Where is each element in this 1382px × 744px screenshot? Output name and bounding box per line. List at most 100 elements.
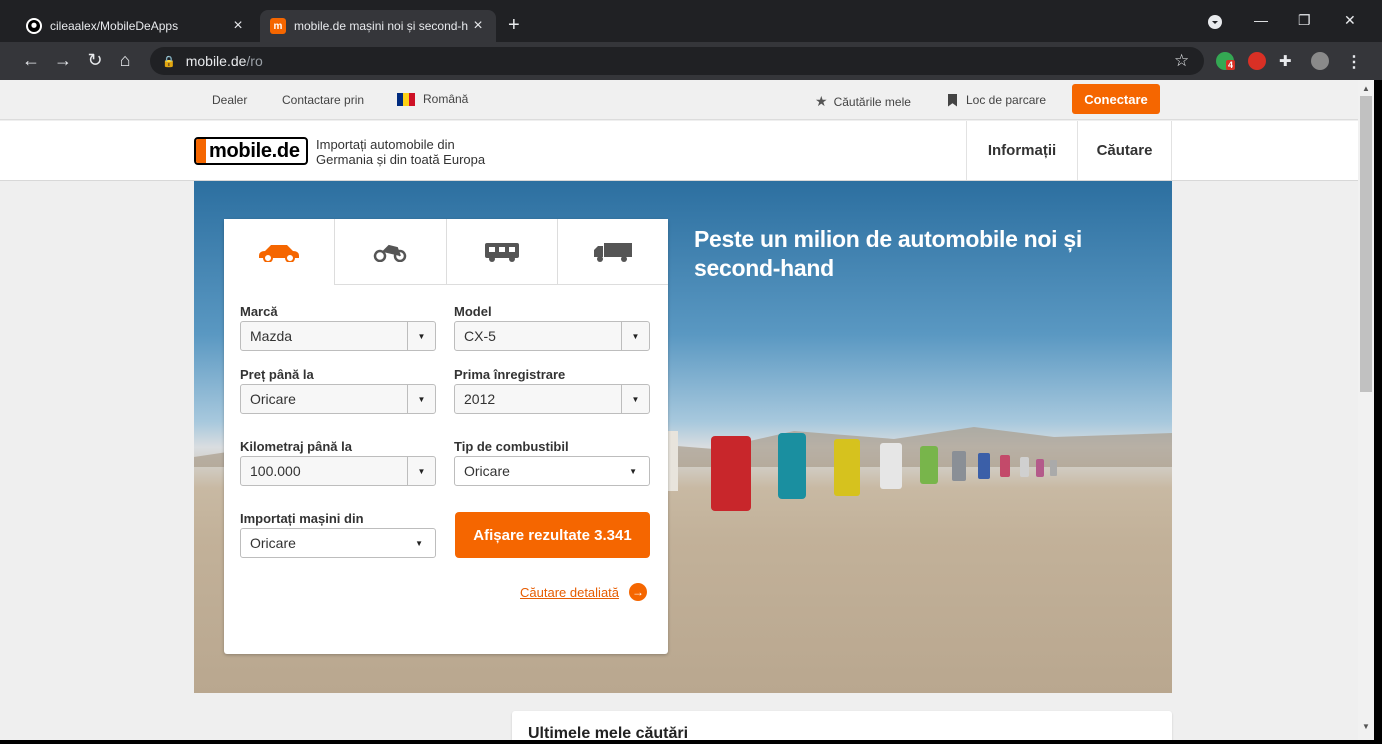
chevron-down-icon: ▼ — [621, 385, 649, 413]
registration-select[interactable]: 2012 ▼ — [454, 384, 650, 414]
motorhome-icon — [484, 242, 519, 262]
address-bar[interactable]: 🔒 mobile.de/ro — [150, 47, 1204, 75]
advanced-search-label: Căutare detaliată — [520, 584, 620, 600]
mileage-value: 100.000 — [250, 463, 301, 479]
fuel-select[interactable]: Oricare ▼ — [454, 456, 650, 486]
close-window-icon[interactable]: ✕ — [1344, 12, 1356, 29]
hero-title: Peste un milion de automobile noi și sec… — [694, 225, 1134, 283]
tab-motorbike[interactable] — [334, 219, 446, 285]
browser-toolbar: ← → ↻ ⌂ 🔒 mobile.de/ro ☆ 4 ✚ ⋮ — [0, 42, 1382, 80]
close-tab-icon[interactable]: × — [230, 17, 246, 35]
star-icon: ★ — [815, 93, 828, 109]
logo-text: mobile.de — [209, 139, 300, 162]
scroll-up-icon[interactable]: ▲ — [1362, 84, 1370, 93]
tagline-line-2: Germania și din toată Europa — [316, 152, 486, 167]
tab-search-icon[interactable] — [1207, 14, 1223, 33]
chevron-down-icon: ▼ — [629, 467, 637, 476]
truck-icon — [593, 242, 632, 262]
window-border-bottom — [0, 740, 1382, 744]
registration-value: 2012 — [464, 391, 496, 407]
chevron-down-icon: ▼ — [415, 539, 423, 548]
scroll-down-icon[interactable]: ▼ — [1362, 722, 1370, 731]
fuel-value: Oricare — [464, 463, 510, 479]
make-label: Marcă — [240, 304, 278, 319]
window-border — [1374, 80, 1382, 744]
arrow-right-icon: → — [629, 583, 648, 601]
hero-title-line-1: Peste un milion de automobile noi și — [694, 226, 1082, 252]
login-button[interactable]: Conectare — [1072, 84, 1160, 114]
page-scrollbar[interactable]: ▲ ▼ — [1358, 80, 1374, 740]
make-select[interactable]: Mazda ▼ — [240, 321, 436, 351]
menu-kebab-icon[interactable]: ⋮ — [1346, 52, 1364, 71]
home-icon[interactable]: ⌂ — [114, 50, 136, 71]
bookmark-icon — [948, 93, 957, 107]
reload-icon[interactable]: ↻ — [84, 50, 106, 71]
price-select[interactable]: Oricare ▼ — [240, 384, 436, 414]
url-path: /ro — [246, 53, 263, 69]
scrollbar-thumb[interactable] — [1360, 96, 1372, 392]
import-select[interactable]: Oricare ▼ — [240, 528, 436, 558]
romania-flag-icon — [397, 92, 415, 106]
url-host: mobile.de — [185, 53, 247, 69]
forward-icon[interactable]: → — [52, 50, 74, 71]
fuel-label: Tip de combustibil — [454, 439, 569, 454]
recent-searches-title: Ultimele mele căutări — [528, 725, 689, 740]
browser-tab-github[interactable]: cileaalex/MobileDeApps × — [16, 10, 256, 42]
model-label: Model — [454, 304, 492, 319]
chevron-down-icon: ▼ — [621, 322, 649, 350]
close-tab-icon[interactable]: × — [470, 17, 486, 35]
mileage-label: Kilometraj până la — [240, 439, 352, 454]
import-value: Oricare — [250, 535, 296, 551]
adblock-extension-icon[interactable] — [1248, 52, 1266, 70]
language-selector[interactable]: Română — [397, 92, 468, 106]
tab-car[interactable] — [224, 219, 335, 285]
mobilede-logo[interactable]: mobile.de — [194, 137, 308, 165]
chevron-down-icon: ▼ — [407, 457, 435, 485]
parking-link[interactable]: Loc de parcare — [948, 93, 1046, 107]
advanced-search-link[interactable]: Căutare detaliată → — [520, 583, 648, 601]
page-viewport: Dealer Contactare prin Română ★ Căutăril… — [0, 80, 1358, 740]
lock-icon: 🔒 — [162, 55, 176, 68]
vehicle-type-tabs — [224, 219, 668, 285]
nav-search[interactable]: Căutare — [1077, 121, 1172, 180]
quick-search-panel: Marcă Mazda ▼ Model CX-5 ▼ Preț până la … — [224, 219, 668, 654]
model-select[interactable]: CX-5 ▼ — [454, 321, 650, 351]
tab-title: cileaalex/MobileDeApps — [50, 19, 179, 33]
contact-link[interactable]: Contactare prin — [282, 93, 364, 107]
minimize-icon[interactable]: — — [1254, 12, 1268, 28]
browser-tab-bar: cileaalex/MobileDeApps × m mobile.de maș… — [0, 0, 1382, 42]
site-header: mobile.de Importați automobile din Germa… — [0, 121, 1358, 181]
tab-motorhome[interactable] — [445, 219, 557, 285]
browser-tab-mobilede[interactable]: m mobile.de mașini noi și second-h × — [260, 10, 496, 42]
back-icon[interactable]: ← — [20, 50, 42, 71]
chevron-down-icon: ▼ — [407, 385, 435, 413]
shield-extension-icon[interactable]: 4 — [1216, 52, 1236, 70]
registration-label: Prima înregistrare — [454, 367, 566, 382]
tagline-line-1: Importați automobile din — [316, 137, 455, 152]
price-value: Oricare — [250, 391, 296, 407]
make-value: Mazda — [250, 328, 293, 344]
saved-searches-link[interactable]: ★ Căutările mele — [815, 93, 911, 110]
show-results-button[interactable]: Afișare rezultate 3.341 — [455, 512, 650, 558]
profile-avatar[interactable] — [1311, 52, 1329, 70]
parking-label: Loc de parcare — [966, 93, 1047, 107]
logo-accent-bar — [196, 139, 206, 163]
dealer-link[interactable]: Dealer — [212, 93, 247, 107]
puzzle-extensions-icon[interactable]: ✚ — [1279, 52, 1297, 70]
hero-title-line-2: second-hand — [694, 255, 834, 281]
model-value: CX-5 — [464, 328, 496, 344]
mobilede-favicon-icon: m — [270, 18, 286, 34]
bookmark-star-icon[interactable]: ☆ — [1174, 51, 1189, 71]
car-icon — [259, 245, 300, 262]
restore-icon[interactable]: ❐ — [1298, 12, 1311, 29]
utility-bar: Dealer Contactare prin Română ★ Căutăril… — [0, 80, 1358, 120]
github-icon — [26, 18, 42, 34]
new-tab-icon[interactable]: + — [508, 14, 520, 37]
nav-info[interactable]: Informații — [966, 121, 1077, 180]
chevron-down-icon: ▼ — [407, 322, 435, 350]
mileage-select[interactable]: 100.000 ▼ — [240, 456, 436, 486]
language-label: Română — [423, 92, 469, 106]
motorbike-icon — [374, 244, 407, 262]
import-label: Importați mașini din — [240, 511, 364, 526]
tab-truck[interactable] — [556, 219, 668, 285]
